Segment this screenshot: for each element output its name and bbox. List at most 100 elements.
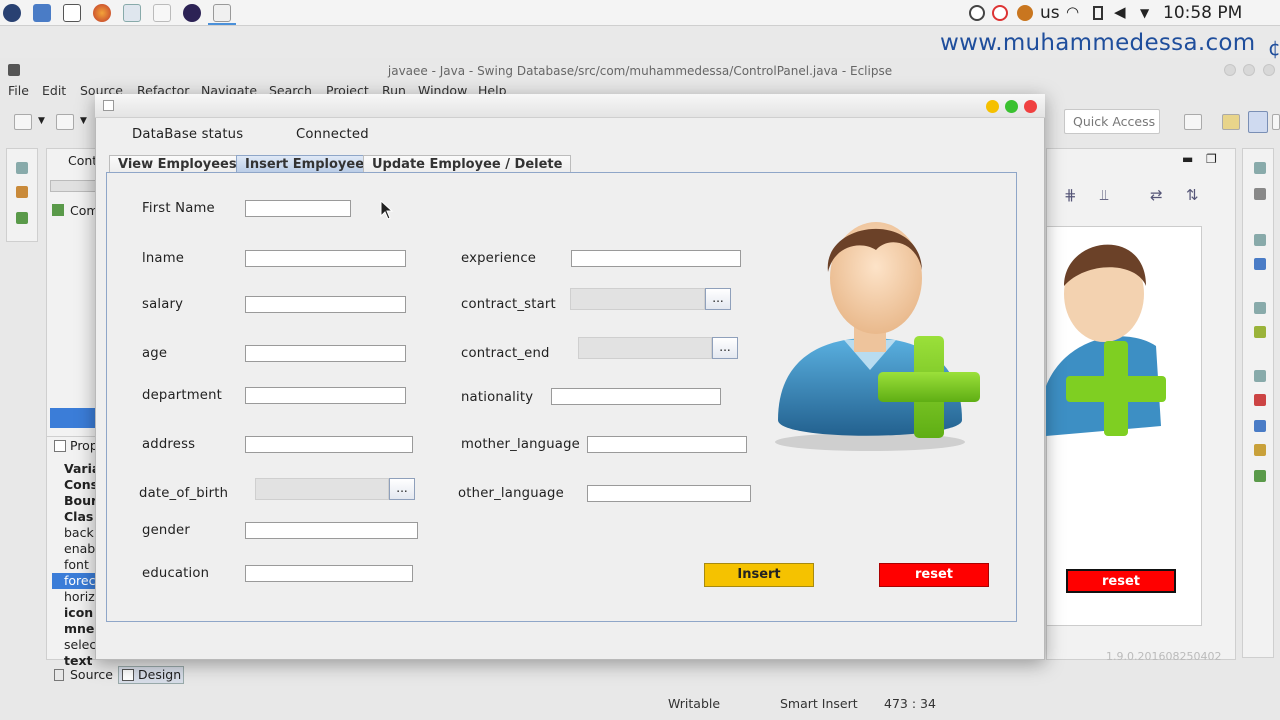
debug-perspective-icon[interactable] [1222,114,1240,130]
horizontal-distribute-icon[interactable]: ⇄ [1150,186,1163,204]
eclipse-close-button[interactable] [1263,64,1275,76]
mother-language-label: mother_language [461,437,580,452]
fedora-icon[interactable] [3,4,21,22]
mother-language-field[interactable] [587,436,747,453]
clock[interactable]: 10:58 PM [1163,3,1242,23]
menu-file[interactable]: File [8,83,29,98]
contract-end-label: contract_end [461,346,550,361]
editor-icon[interactable] [213,4,231,22]
db-status-value: Connected [296,127,369,142]
dialog-titlebar[interactable] [95,94,1045,118]
add-user-icon [775,222,980,451]
user-avatar-icon[interactable] [1017,5,1033,21]
dialog-close-button[interactable] [1024,100,1037,113]
gender-field[interactable] [245,522,418,539]
age-field[interactable] [245,345,406,362]
restore-icon[interactable] [1254,302,1266,314]
maximize-icon[interactable]: ❐ [1206,152,1217,166]
restore-icon[interactable] [1254,370,1266,382]
source-tab-icon [54,669,64,681]
education-field[interactable] [245,565,413,582]
contract-start-label: contract_start [461,297,556,312]
preview-reset-button[interactable]: reset [1066,569,1176,593]
terminal-icon[interactable] [63,4,81,22]
java-perspective-icon[interactable] [1248,111,1268,133]
bar-align-icon[interactable]: ⫫ [1100,186,1108,204]
contract-end-field[interactable] [578,337,712,359]
open-type-icon[interactable] [56,114,74,130]
firefox-icon[interactable] [93,4,111,22]
restore-icon[interactable] [1254,162,1266,174]
java-ee-perspective-icon[interactable] [1272,114,1280,130]
perspective-icon[interactable] [1184,114,1202,130]
date-of-birth-picker-button[interactable]: ... [389,478,415,500]
department-field[interactable] [245,387,406,404]
volume-icon[interactable]: ◀ [1114,3,1126,21]
system-top-panel: us ◠ ◀ ▼ 10:58 PM [0,0,1280,26]
files-icon[interactable] [33,4,51,22]
document-icon[interactable] [153,4,171,22]
dialog-minimize-button[interactable] [986,100,999,113]
keyboard-layout[interactable]: us [1040,3,1060,23]
console-icon[interactable] [1254,470,1266,482]
status-writable: Writable [668,696,721,711]
eclipse-maximize-button[interactable] [1243,64,1255,76]
tab-update-delete-employee[interactable]: Update Employee / Delete [363,155,572,173]
source-tab[interactable]: Source [70,667,113,682]
contract-end-picker-button[interactable]: ... [712,337,738,359]
outline-scrollbar[interactable] [50,180,96,192]
reset-button[interactable]: reset [879,563,989,587]
chevron-down-icon[interactable]: ▼ [80,116,87,126]
chevron-down-icon[interactable]: ▼ [1140,6,1149,20]
wifi-icon[interactable]: ◠ [1066,3,1079,21]
lname-field[interactable] [245,250,406,267]
align-icon[interactable]: ⋕ [1064,186,1077,204]
outline-view-icon[interactable] [1254,188,1266,200]
experience-field[interactable] [571,250,741,267]
minimize-icon[interactable]: ▬ [1182,152,1193,166]
eclipse-minimize-button[interactable] [1224,64,1236,76]
insert-button[interactable]: Insert [704,563,814,587]
status-cursor-position: 473 : 34 [884,696,936,711]
javadoc-icon[interactable] [1254,420,1266,432]
properties-tab[interactable]: Prop [70,438,98,453]
chevron-down-icon[interactable]: ▼ [38,116,45,126]
tab-view-employees[interactable]: View Employees [109,155,246,173]
restore-icon[interactable] [16,162,28,174]
design-tab-icon [122,669,134,681]
declaration-icon[interactable] [1254,444,1266,456]
package-explorer-icon[interactable] [16,212,28,224]
battery-icon[interactable] [1093,6,1103,20]
vertical-distribute-icon[interactable]: ⇅ [1186,186,1199,204]
experience-label: experience [461,251,537,266]
update-icon[interactable] [969,5,985,21]
contract-start-picker-button[interactable]: ... [705,288,731,310]
contract-start-field[interactable] [570,288,705,310]
task-list-icon[interactable] [1254,258,1266,270]
hierarchy-icon[interactable] [16,186,28,198]
address-field[interactable] [245,436,413,453]
new-icon[interactable] [14,114,32,130]
palette-icon[interactable] [1254,326,1266,338]
salary-field[interactable] [245,296,406,313]
dialog-maximize-button[interactable] [1005,100,1018,113]
problems-icon[interactable] [1254,394,1266,406]
editor-tab-label[interactable]: Cont [68,153,97,168]
nationality-field[interactable] [551,388,721,405]
image-viewer-icon[interactable] [123,4,141,22]
eclipse-icon[interactable] [183,4,201,22]
date-of-birth-label: date_of_birth [139,486,229,501]
menu-edit[interactable]: Edit [42,83,66,98]
record-icon[interactable] [992,5,1008,21]
quick-access-input[interactable]: Quick Access [1064,109,1160,134]
other-language-field[interactable] [587,485,751,502]
first-name-field[interactable] [245,200,351,217]
tab-insert-employee[interactable]: Insert Employee [236,155,374,173]
restore-icon[interactable] [1254,234,1266,246]
properties-icon [54,440,66,452]
address-label: address [142,437,196,452]
date-of-birth-field[interactable] [255,478,389,500]
design-tab[interactable]: Design [138,667,181,682]
java-window-icon [103,100,114,111]
gender-label: gender [142,523,190,538]
